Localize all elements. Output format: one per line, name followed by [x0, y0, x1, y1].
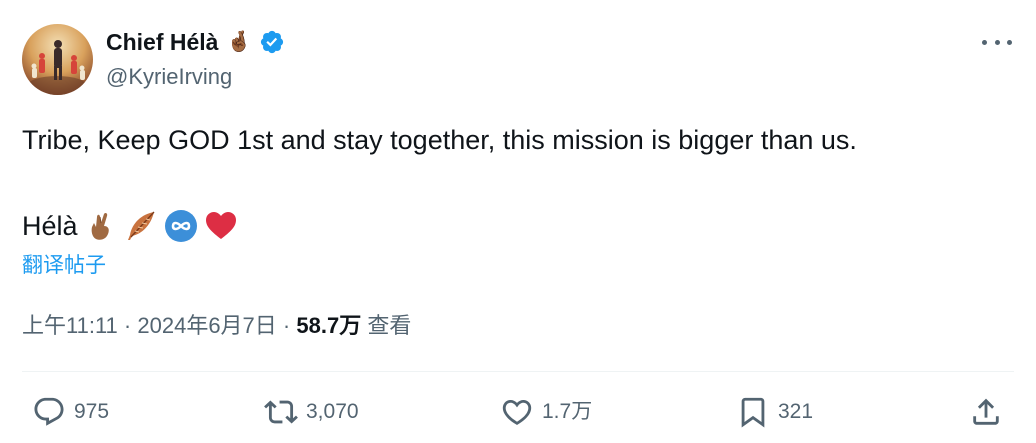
more-dot — [982, 39, 987, 45]
share-button[interactable] — [969, 394, 1003, 430]
meta-separator: · — [282, 313, 291, 338]
share-icon — [973, 398, 999, 425]
bookmark-icon — [741, 397, 765, 428]
avatar[interactable] — [22, 24, 93, 95]
reply-count: 975 — [74, 400, 110, 423]
red-heart-icon — [205, 212, 236, 239]
crossed-fingers-icon: 🤞🏾 — [226, 31, 252, 53]
verified-badge-icon[interactable] — [259, 29, 285, 55]
crossed-fingers-icon — [91, 212, 109, 240]
views-count: 58.7万 — [296, 313, 362, 338]
translate-post-link[interactable]: 翻译帖子 — [22, 252, 106, 280]
avatar-image — [27, 40, 87, 95]
tweet-text: Tribe, Keep GOD 1st and stay together, t… — [22, 125, 857, 155]
tweet-signature: Hélà — [22, 211, 78, 241]
bookmark-count: 321 — [778, 400, 814, 423]
like-count: 1.7万 — [542, 400, 593, 423]
retweet-count: 3,070 — [306, 400, 359, 423]
author-name-row: Chief Hélà 🤞🏾 — [106, 26, 285, 58]
views-label: 查看 — [367, 313, 412, 338]
bookmark-button[interactable]: 321 — [736, 394, 813, 430]
tweet-date[interactable]: 2024年6月7日 — [137, 313, 276, 338]
tweet-meta-row: 上午11:11 · 2024年6月7日 · 58.7万 查看 — [22, 310, 411, 342]
heart-icon — [502, 399, 532, 425]
infinity-icon — [164, 210, 197, 242]
retweet-icon — [264, 400, 298, 424]
retweet-button[interactable]: 3,070 — [264, 394, 359, 430]
feather-icon — [127, 211, 155, 240]
tweet-signature-row: Hélà — [22, 206, 238, 246]
author-handle[interactable]: @KyrieIrving — [106, 62, 232, 92]
tweet-time[interactable]: 上午11:11 — [22, 313, 118, 338]
tweet-card: Chief Hélà 🤞🏾 @KyrieIrving Tribe, Keep G… — [0, 0, 1036, 443]
divider — [22, 371, 1014, 372]
reply-button[interactable]: 975 — [32, 394, 109, 430]
more-options-icon[interactable] — [982, 30, 1012, 54]
author-display-name[interactable]: Chief Hélà — [106, 26, 218, 58]
meta-separator: · — [123, 313, 132, 338]
more-dot — [1007, 39, 1012, 45]
like-button[interactable]: 1.7万 — [500, 394, 592, 430]
reply-icon — [34, 397, 64, 426]
more-dot — [994, 39, 1000, 45]
